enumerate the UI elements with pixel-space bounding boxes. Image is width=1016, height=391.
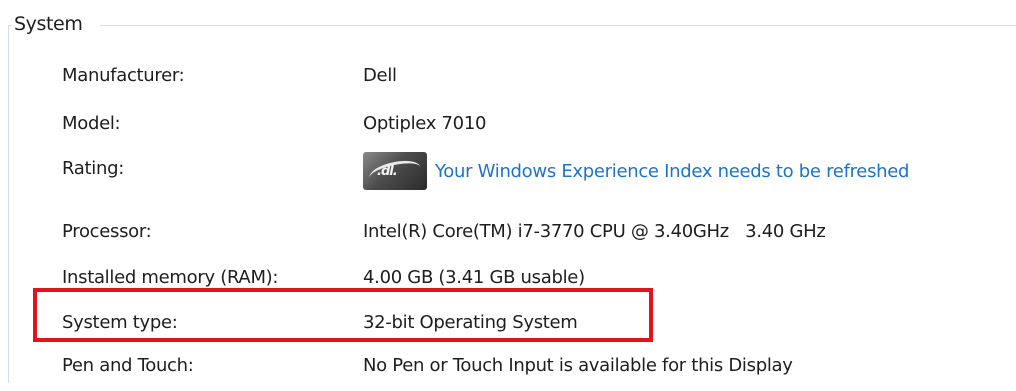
model-value: Optiplex 7010 bbox=[363, 113, 487, 134]
group-title: System bbox=[14, 10, 87, 38]
group-border-top bbox=[100, 25, 1016, 26]
pen-touch-value: No Pen or Touch Input is available for t… bbox=[363, 355, 793, 376]
manufacturer-value: Dell bbox=[363, 65, 397, 86]
refresh-wei-link[interactable]: Your Windows Experience Index needs to b… bbox=[435, 161, 909, 182]
pen-touch-label: Pen and Touch: bbox=[62, 355, 194, 376]
rating-label: Rating: bbox=[62, 158, 124, 179]
row-model: Model: Optiplex 7010 bbox=[0, 100, 1016, 146]
windows-experience-index-icon[interactable]: .dl. bbox=[363, 152, 427, 190]
system-type-highlight-box bbox=[33, 288, 653, 342]
manufacturer-label: Manufacturer: bbox=[62, 65, 185, 86]
processor-label: Processor: bbox=[62, 221, 152, 242]
model-label: Model: bbox=[62, 113, 121, 134]
row-pen-touch: Pen and Touch: No Pen or Touch Input is … bbox=[0, 345, 1016, 391]
group-border-corner bbox=[8, 25, 12, 26]
row-manufacturer: Manufacturer: Dell bbox=[0, 52, 1016, 98]
memory-label: Installed memory (RAM): bbox=[62, 267, 279, 288]
wei-icon-glyph: .dl. bbox=[377, 164, 398, 179]
row-processor: Processor: Intel(R) Core(TM) i7-3770 CPU… bbox=[0, 208, 1016, 254]
row-rating: Rating: .dl. Your Windows Experience Ind… bbox=[0, 148, 1016, 194]
memory-value: 4.00 GB (3.41 GB usable) bbox=[363, 267, 585, 288]
processor-value: Intel(R) Core(TM) i7-3770 CPU @ 3.40GHz … bbox=[363, 221, 826, 242]
